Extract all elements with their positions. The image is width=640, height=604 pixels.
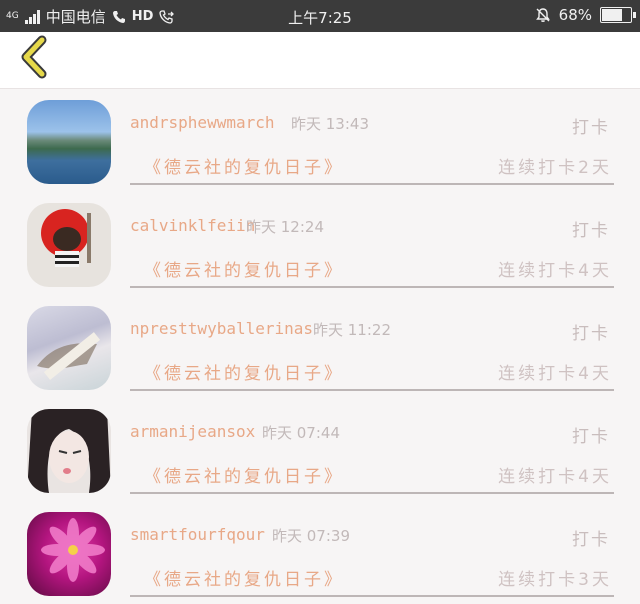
action-label: 打卡 <box>572 221 610 241</box>
list-item[interactable]: andrsphewwmarch 昨天 13:43 打卡 《德云社的复仇日子》 连… <box>0 89 640 192</box>
timestamp: 昨天 13:43 <box>291 115 369 133</box>
status-right: 68% <box>535 6 636 24</box>
avatar[interactable] <box>27 100 111 184</box>
status-bar: 4G 中国电信 HD 上午7:25 68% <box>0 0 640 32</box>
timestamp: 昨天 07:39 <box>272 527 350 545</box>
action-label: 打卡 <box>572 427 610 447</box>
book-title[interactable]: 《德云社的复仇日子》 <box>144 359 344 384</box>
list-item[interactable]: npresttwyballerinas 昨天 11:22 打卡 《德云社的复仇日… <box>0 295 640 398</box>
username[interactable]: calvinklfeiin <box>130 216 255 235</box>
list-item[interactable]: calvinklfeiin 昨天 12:24 打卡 《德云社的复仇日子》 连续打… <box>0 192 640 295</box>
username[interactable]: npresttwyballerinas <box>130 319 313 338</box>
divider <box>130 389 614 391</box>
divider <box>130 492 614 494</box>
book-title[interactable]: 《德云社的复仇日子》 <box>144 462 344 487</box>
avatar-illustration <box>37 332 101 380</box>
username[interactable]: smartfourfqour <box>130 525 265 544</box>
divider <box>130 286 614 288</box>
username[interactable]: armanijeansox <box>130 422 255 441</box>
chevron-left-icon[interactable] <box>14 34 54 80</box>
battery-percent: 68% <box>558 6 592 24</box>
avatar[interactable] <box>27 306 111 390</box>
streak-text: 连续打卡2天 <box>498 158 612 178</box>
streak-text: 连续打卡3天 <box>498 570 612 590</box>
avatar-illustration <box>27 409 111 493</box>
nav-bar <box>0 32 640 89</box>
action-label: 打卡 <box>572 324 610 344</box>
avatar-illustration <box>41 518 105 582</box>
battery-icon <box>600 7 636 23</box>
streak-text: 连续打卡4天 <box>498 261 612 281</box>
timestamp: 昨天 11:22 <box>313 321 391 339</box>
book-title[interactable]: 《德云社的复仇日子》 <box>144 256 344 281</box>
avatar[interactable] <box>27 512 111 596</box>
avatar[interactable] <box>27 409 111 493</box>
streak-text: 连续打卡4天 <box>498 364 612 384</box>
book-title[interactable]: 《德云社的复仇日子》 <box>144 153 344 178</box>
timestamp: 昨天 07:44 <box>262 424 340 442</box>
list-item[interactable]: armanijeansox 昨天 07:44 打卡 《德云社的复仇日子》 连续打… <box>0 398 640 501</box>
divider <box>130 183 614 185</box>
book-title[interactable]: 《德云社的复仇日子》 <box>144 565 344 590</box>
avatar-illustration <box>41 209 91 267</box>
timestamp: 昨天 12:24 <box>246 218 324 236</box>
avatar[interactable] <box>27 203 111 287</box>
divider <box>130 595 614 597</box>
streak-text: 连续打卡4天 <box>498 467 612 487</box>
mute-bell-icon <box>535 8 550 22</box>
action-label: 打卡 <box>572 118 610 138</box>
username[interactable]: andrsphewwmarch <box>130 113 275 132</box>
action-label: 打卡 <box>572 530 610 550</box>
list-item[interactable]: smartfourfqour 昨天 07:39 打卡 《德云社的复仇日子》 连续… <box>0 501 640 604</box>
checkin-list: andrsphewwmarch 昨天 13:43 打卡 《德云社的复仇日子》 连… <box>0 89 640 604</box>
